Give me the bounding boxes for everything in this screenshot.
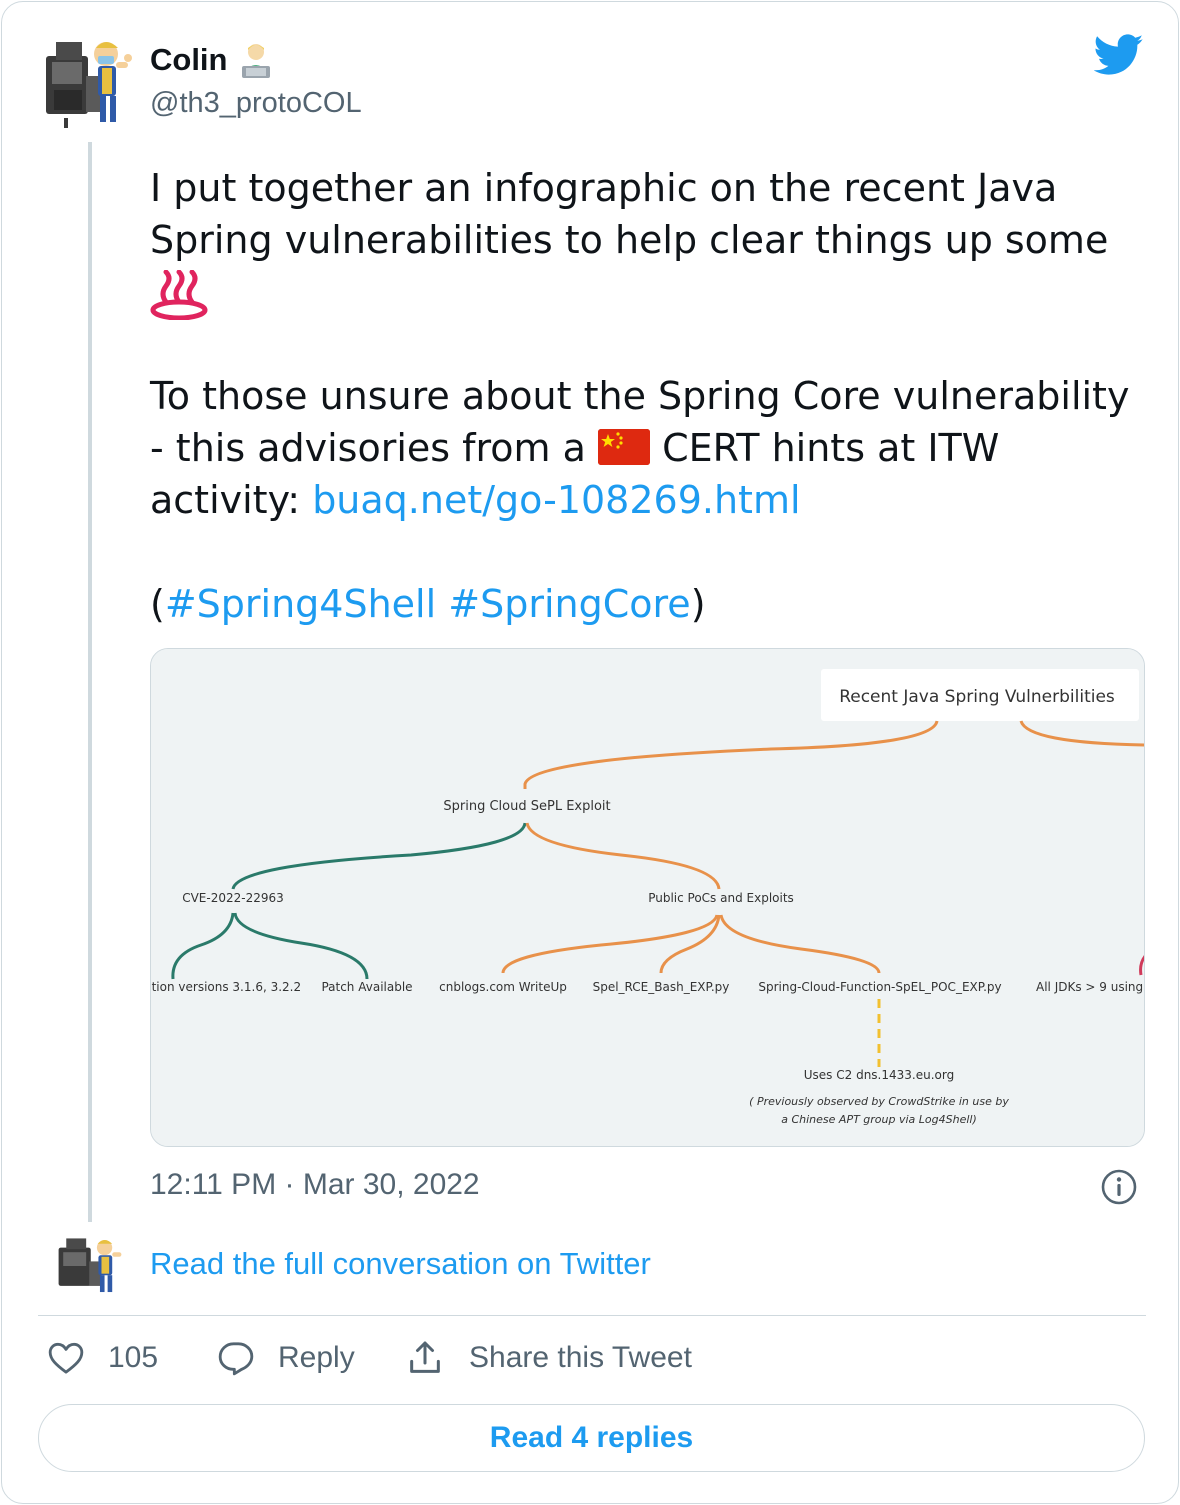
- node-spring-cloud: Spring Cloud SePL Exploit: [443, 799, 610, 814]
- leaf-versions: ction versions 3.1.6, 3.2.2: [151, 980, 301, 994]
- reply-label: Reply: [278, 1341, 355, 1374]
- leaf-patch: Patch Available: [321, 980, 412, 994]
- tweet-line-3: [150, 266, 1140, 320]
- author-handle[interactable]: @th3_protoCOL: [150, 87, 362, 120]
- divider: [38, 1315, 1146, 1316]
- author-name-text: Colin: [150, 42, 228, 77]
- share-button[interactable]: Share this Tweet: [405, 1338, 692, 1378]
- advisory-link[interactable]: buaq.net/go-108269.html: [312, 478, 800, 522]
- reply-button[interactable]: Reply: [216, 1338, 355, 1378]
- like-button[interactable]: 105: [46, 1338, 158, 1378]
- tweet-line-1: I put together an infographic on the rec…: [150, 166, 1058, 210]
- leaf-scf-poc: Spring-Cloud-Function-SpEL_POC_EXP.py: [758, 980, 1001, 994]
- share-label: Share this Tweet: [469, 1341, 692, 1374]
- infographic-image[interactable]: Recent Java Spring Vulnerbilities Spring…: [150, 648, 1145, 1147]
- c2-note-line2: a Chinese APT group via Log4Shell): [781, 1113, 977, 1126]
- tweet-line-7-pre: activity:: [150, 478, 313, 522]
- tweet-timestamp[interactable]: 12:11 PM · Mar 30, 2022: [150, 1168, 480, 1202]
- node-cve: CVE-2022-22963: [182, 891, 284, 905]
- author-name[interactable]: Colin: [150, 42, 274, 78]
- info-icon[interactable]: [1100, 1168, 1138, 1206]
- heart-icon: [48, 1342, 84, 1374]
- tweet-text: I put together an infographic on the rec…: [150, 162, 1140, 630]
- tweet-line-6: - this advisories from a CERT hints at I…: [150, 422, 1140, 474]
- leaf-spel-rce: Spel_RCE_Bash_EXP.py: [593, 980, 730, 994]
- leaf-jdks: All JDKs > 9 using: [1036, 980, 1143, 994]
- node-c2: Uses C2 dns.1433.eu.org: [804, 1068, 954, 1082]
- hashtag-separator: [436, 582, 448, 626]
- reader-avatar[interactable]: [54, 1235, 126, 1297]
- tweet-card: Colin @th3_protoCOL I put together an in…: [1, 1, 1179, 1504]
- tweet-line-2: Spring vulnerabilities to help clear thi…: [150, 218, 1109, 262]
- tweet-line-6-post: CERT hints at ITW: [650, 426, 1000, 470]
- china-flag-icon: [598, 429, 651, 465]
- author-avatar[interactable]: [40, 36, 134, 132]
- leaf-cnblogs: cnblogs.com WriteUp: [439, 980, 567, 994]
- hashtag-springcore[interactable]: #SpringCore: [448, 582, 690, 626]
- tweet-line-6-pre: - this advisories from a: [150, 426, 599, 470]
- read-replies-button[interactable]: Read 4 replies: [38, 1404, 1145, 1472]
- c2-note-line1: ( Previously observed by CrowdStrike in …: [749, 1095, 1009, 1108]
- paren-close: ): [690, 582, 706, 626]
- technologist-emoji-icon: [238, 42, 274, 78]
- hot-springs-emoji-icon: [150, 269, 208, 320]
- tweet-line-5: To those unsure about the Spring Core vu…: [150, 374, 1130, 418]
- tweet-hashtags: (#Spring4Shell #SpringCore): [150, 578, 1140, 630]
- tweet-line-7: activity: buaq.net/go-108269.html: [150, 474, 1140, 526]
- read-replies-label: Read 4 replies: [489, 1421, 694, 1454]
- reply-bubble-icon: [218, 1342, 254, 1376]
- thread-line: [88, 142, 92, 1222]
- hashtag-spring4shell[interactable]: #Spring4Shell: [165, 582, 436, 626]
- share-upload-icon: [410, 1341, 440, 1373]
- like-count: 105: [108, 1341, 159, 1374]
- read-full-conversation-link[interactable]: Read the full conversation on Twitter: [150, 1246, 651, 1282]
- paren-open: (: [150, 582, 165, 626]
- twitter-bird-icon[interactable]: [1093, 34, 1144, 76]
- infographic-title: Recent Java Spring Vulnerbilities: [839, 687, 1115, 707]
- node-public-pocs: Public PoCs and Exploits: [648, 891, 794, 905]
